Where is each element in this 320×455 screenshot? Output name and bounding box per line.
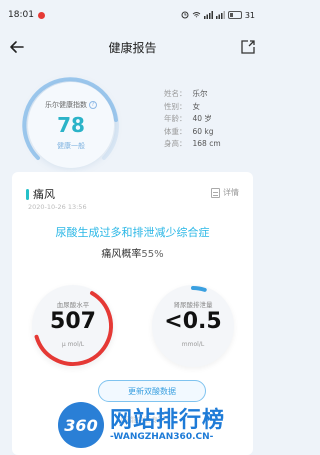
status-left: 18:01 <box>8 10 45 20</box>
alarm-icon <box>181 11 189 19</box>
profile-age: 年龄： 40 岁 <box>164 114 212 123</box>
urine-uric-value: <0.5 <box>164 309 222 334</box>
clock: 18:01 <box>8 10 34 20</box>
blood-uric-label: 血尿酸水平 <box>56 301 90 309</box>
health-index-gauge: 乐尔健康指数 ? 78 健康一般 <box>16 70 126 180</box>
health-index-score: 78 <box>57 112 85 137</box>
health-index-status: 健康一般 <box>57 141 85 150</box>
card-date: 2020-10-26 13:56 <box>28 203 87 211</box>
probability-row: 痛风概率55% <box>12 245 253 260</box>
document-icon <box>211 187 220 198</box>
watermark: 360 网站排行榜 -WANGZHAN360.CN- <box>58 400 258 452</box>
accent-bar <box>26 188 29 200</box>
blood-uric-meter: 血尿酸水平 507 μ mol/L <box>32 285 114 367</box>
profile-info: 姓名： 乐尔 性别：女 年龄： 40 岁 体重： 60 kg 身高： 168 cm <box>164 88 221 151</box>
gauge-center: 乐尔健康指数 ? 78 健康一般 <box>28 82 114 168</box>
page-title: 健康报告 <box>108 40 157 55</box>
profile-gender: 性别：女 <box>164 101 200 111</box>
probability-label: 痛风概率 <box>101 249 142 260</box>
wifi-icon <box>192 12 201 18</box>
card-title: 痛风 <box>33 188 55 201</box>
profile-weight: 体重： 60 kg <box>164 126 214 136</box>
battery-icon <box>227 11 242 19</box>
update-data-button[interactable]: 更新双酸数据 <box>98 380 206 402</box>
signal-2-icon <box>215 11 225 19</box>
urine-uric-unit: mmol/L <box>181 341 205 348</box>
help-icon[interactable]: ? <box>89 100 97 109</box>
gauge-label-row: 乐尔健康指数 ? <box>45 100 97 110</box>
card-header: 痛风 <box>26 186 55 202</box>
urine-uric-meter: 肾尿酸排泄量 <0.5 mmol/L <box>152 285 234 367</box>
status-icons: 31 <box>181 11 255 20</box>
share-icon[interactable] <box>239 38 257 56</box>
diagnosis-text: 尿酸生成过多和排泄减少综合症 <box>55 226 210 239</box>
profile-name: 姓名： 乐尔 <box>164 89 208 98</box>
detail-label: 详情 <box>223 188 239 197</box>
watermark-subtitle: -WANGZHAN360.CN- <box>110 432 214 442</box>
probability-value: 55% <box>141 249 164 260</box>
detail-button[interactable]: 详情 <box>211 187 239 198</box>
watermark-title: 网站排行榜 <box>110 408 226 433</box>
battery-level: 31 <box>244 10 255 20</box>
nav-bar: 健康报告 <box>0 30 265 64</box>
urine-uric-label: 肾尿酸排泄量 <box>173 301 213 309</box>
status-bar: 18:01 31 <box>0 0 265 30</box>
watermark-logo: 360 <box>58 402 104 448</box>
blood-uric-unit: μ mol/L <box>61 341 85 348</box>
health-index-label: 乐尔健康指数 <box>45 100 87 109</box>
back-arrow-icon[interactable] <box>8 38 26 56</box>
blood-uric-value: 507 <box>50 309 96 334</box>
notification-dot-icon <box>37 11 45 19</box>
profile-height: 身高： 168 cm <box>164 139 221 148</box>
signal-icon <box>203 11 213 19</box>
